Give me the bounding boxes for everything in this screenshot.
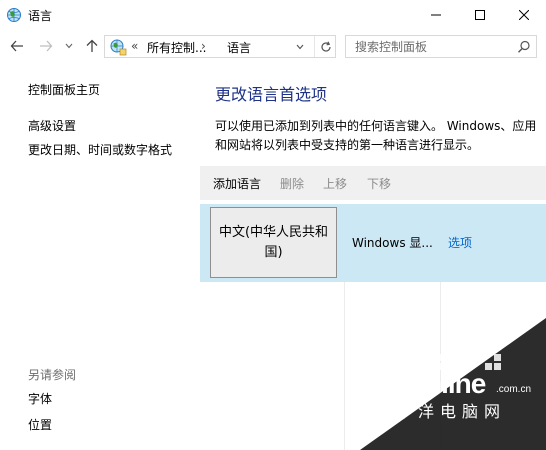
address-bar[interactable]: « 所有控制... › 语言 bbox=[104, 35, 336, 58]
refresh-icon[interactable] bbox=[314, 36, 336, 57]
language-toolbar: 添加语言 删除 上移 下移 bbox=[200, 166, 546, 200]
forward-button[interactable] bbox=[38, 38, 54, 54]
sidebar: 控制面板主页 高级设置 更改日期、时间或数字格式 另请参阅 字体 位置 bbox=[0, 64, 200, 450]
maximize-button[interactable] bbox=[458, 0, 502, 30]
back-button[interactable] bbox=[9, 38, 25, 54]
language-list-item[interactable]: 中文(中华人民共和国) Windows 显... 选项 bbox=[200, 204, 546, 282]
breadcrumb-separator[interactable]: › bbox=[201, 39, 206, 53]
address-dropdown-icon[interactable] bbox=[292, 37, 308, 57]
column-divider bbox=[344, 282, 345, 450]
recent-locations-button[interactable] bbox=[63, 38, 75, 54]
language-globe-icon bbox=[6, 7, 22, 23]
search-icon[interactable] bbox=[516, 39, 532, 55]
up-button[interactable] bbox=[84, 38, 100, 54]
move-down-button[interactable]: 下移 bbox=[367, 175, 391, 192]
address-overflow[interactable]: « bbox=[131, 39, 138, 53]
move-up-button[interactable]: 上移 bbox=[323, 175, 347, 192]
search-input[interactable] bbox=[346, 36, 514, 57]
minimize-button[interactable] bbox=[414, 0, 458, 30]
sidebar-link-control-panel-home[interactable]: 控制面板主页 bbox=[28, 81, 100, 98]
column-divider bbox=[440, 282, 441, 450]
search-box[interactable] bbox=[345, 35, 537, 58]
page-title: 更改语言首选项 bbox=[215, 85, 328, 104]
language-status: Windows 显... bbox=[352, 236, 433, 250]
navigation-bar: « 所有控制... › 语言 bbox=[0, 30, 546, 64]
close-button[interactable] bbox=[502, 0, 546, 30]
remove-language-button[interactable]: 删除 bbox=[280, 175, 304, 192]
see-also-heading: 另请参阅 bbox=[28, 368, 77, 382]
window-title: 语言 bbox=[28, 9, 53, 23]
sidebar-link-fonts[interactable]: 字体 bbox=[28, 390, 52, 407]
control-panel-icon bbox=[109, 38, 127, 56]
sidebar-link-date-time-format[interactable]: 更改日期、时间或数字格式 bbox=[28, 141, 172, 158]
breadcrumb-language[interactable]: 语言 bbox=[227, 39, 251, 56]
page-description: 可以使用已添加到列表中的任何语言键入。 Windows、应用和网站将以列表中受支… bbox=[215, 119, 537, 152]
breadcrumb-all-control-panel[interactable]: 所有控制... bbox=[147, 39, 206, 56]
language-name[interactable]: 中文(中华人民共和国) bbox=[210, 207, 337, 278]
add-language-button[interactable]: 添加语言 bbox=[213, 175, 261, 192]
sidebar-link-location[interactable]: 位置 bbox=[28, 416, 52, 433]
title-bar: 语言 bbox=[0, 0, 546, 30]
sidebar-link-advanced-settings[interactable]: 高级设置 bbox=[28, 117, 76, 134]
language-options-link[interactable]: 选项 bbox=[448, 234, 472, 251]
main-content: 更改语言首选项 可以使用已添加到列表中的任何语言键入。 Windows、应用和网… bbox=[200, 64, 546, 450]
